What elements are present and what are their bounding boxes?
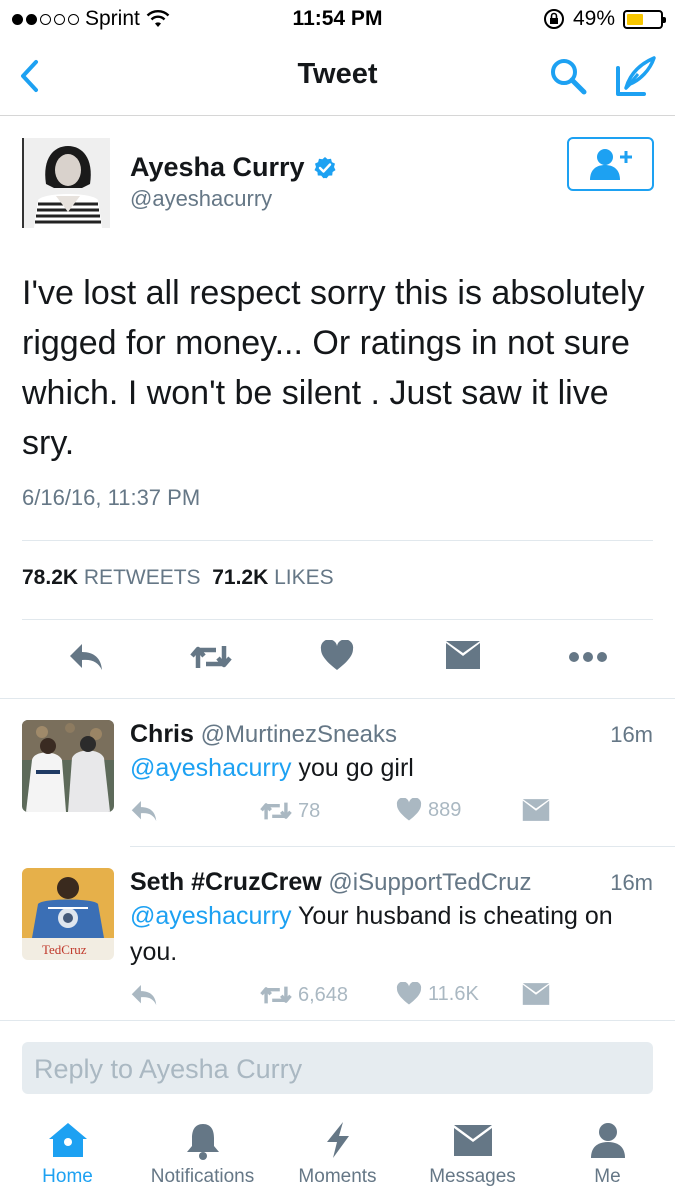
reply-text: @ayeshacurry you go girl (130, 750, 650, 786)
author-handle[interactable]: @ayeshacurry (130, 186, 272, 212)
reply-retweet-button[interactable]: 78 (260, 798, 320, 824)
likes-count[interactable]: 71.2K (212, 566, 268, 589)
like-count: 11.6K (428, 982, 479, 1005)
author-name[interactable]: Ayesha Curry (130, 152, 337, 183)
reply-text: @ayeshacurry Your husband is cheating on… (130, 898, 650, 970)
reply-actions: 6,648 11.6K (130, 982, 655, 1016)
search-icon[interactable] (548, 56, 588, 96)
retweet-icon[interactable] (190, 640, 232, 674)
reply-author-name: Chris (130, 720, 194, 748)
reply-time: 16m (610, 870, 653, 895)
envelope-icon (453, 1125, 492, 1156)
reply-icon (131, 985, 157, 1005)
retweets-count[interactable]: 78.2K (22, 566, 78, 589)
tab-me[interactable]: Me (540, 1120, 675, 1188)
reply-reply-button[interactable] (130, 982, 158, 1008)
status-right: 49% (543, 7, 666, 31)
divider (22, 540, 653, 541)
tweet-stats: 78.2K RETWEETS 71.2K LIKES (22, 566, 334, 590)
retweet-count: 78 (298, 799, 321, 822)
tab-bar: Home Notifications Moments Messages Me (0, 1110, 675, 1200)
reply-author-name: Seth #CruzCrew (130, 868, 322, 896)
rotation-lock-icon (543, 9, 564, 29)
nav-bar: Tweet (0, 38, 675, 116)
tweet-text: I've lost all respect sorry this is abso… (22, 274, 645, 462)
tab-moments[interactable]: Moments (270, 1120, 405, 1188)
reply-mention[interactable]: @ayeshacurry (130, 754, 292, 782)
divider (22, 619, 653, 620)
reply-like-button[interactable]: 889 (396, 798, 461, 822)
tab-label: Moments (298, 1166, 377, 1187)
direct-message-icon (522, 983, 550, 1005)
reply-avatar[interactable] (22, 720, 114, 812)
like-heart-icon[interactable] (320, 640, 354, 672)
compose-icon[interactable] (614, 54, 658, 98)
tab-label: Messages (429, 1166, 516, 1187)
status-bar: Sprint 11:54 PM 49% (0, 0, 675, 38)
tab-home[interactable]: Home (0, 1120, 135, 1188)
retweets-label[interactable]: RETWEETS (84, 566, 201, 589)
reply-mention[interactable]: @ayeshacurry (130, 902, 292, 930)
add-user-icon (589, 149, 632, 180)
author-avatar[interactable] (22, 138, 110, 228)
like-count: 889 (428, 798, 462, 821)
lightning-icon (326, 1122, 349, 1158)
more-options-icon[interactable] (568, 640, 608, 674)
reply-body-text: you go girl (291, 754, 414, 782)
reply-dm-button[interactable] (522, 982, 550, 1006)
reply-input[interactable]: Reply to Ayesha Curry (22, 1042, 653, 1094)
reply-author-handle: @MurtinezSneaks (200, 721, 398, 748)
bell-icon (186, 1124, 219, 1160)
tab-label: Notifications (150, 1166, 255, 1187)
reply-retweet-button[interactable]: 6,648 (260, 982, 348, 1008)
reply-author[interactable]: Chris @MurtinezSneaks (130, 720, 397, 749)
reply-author[interactable]: Seth #CruzCrew @iSupportTedCruz (130, 868, 532, 897)
direct-message-icon[interactable] (445, 640, 481, 670)
person-icon (590, 1123, 625, 1158)
direct-message-icon (522, 799, 550, 821)
tweet-actions (0, 634, 675, 684)
home-icon (48, 1123, 87, 1157)
reply-input-placeholder: Reply to Ayesha Curry (34, 1054, 303, 1084)
reply-time: 16m (610, 722, 653, 747)
divider (0, 1020, 675, 1021)
verified-badge-icon (314, 156, 336, 178)
follow-button[interactable] (567, 137, 654, 191)
battery-icon (623, 9, 666, 29)
retweet-icon (260, 986, 292, 1004)
reply-dm-button[interactable] (522, 798, 550, 822)
reply-avatar[interactable]: TedCruz (22, 868, 114, 960)
reply-actions: 78 889 (130, 798, 655, 832)
retweet-count: 6,648 (298, 983, 349, 1006)
reply-icon[interactable] (68, 640, 104, 674)
reply-reply-button[interactable] (130, 798, 158, 824)
tab-notifications[interactable]: Notifications (135, 1120, 270, 1188)
like-heart-icon (396, 982, 422, 1005)
tab-label: Me (594, 1166, 621, 1187)
reply-like-button[interactable]: 11.6K (396, 982, 479, 1006)
tweet-timestamp: 6/16/16, 11:37 PM (22, 485, 201, 510)
retweet-icon (260, 802, 292, 820)
likes-label[interactable]: LIKES (274, 566, 334, 589)
reply-author-handle: @iSupportTedCruz (328, 869, 532, 896)
battery-percent: 49% (572, 7, 615, 30)
author-name-text: Ayesha Curry (130, 152, 305, 182)
reply-tweet[interactable]: TedCruz Seth #CruzCrew @iSupportTedCruz … (0, 846, 675, 1020)
reply-tweet[interactable]: Chris @MurtinezSneaks 16m @ayeshacurry y… (0, 698, 675, 846)
reply-icon (131, 801, 157, 821)
like-heart-icon (396, 798, 422, 821)
avatar-caption: TedCruz (42, 942, 87, 957)
tab-label: Home (42, 1166, 93, 1187)
tab-messages[interactable]: Messages (405, 1120, 540, 1188)
